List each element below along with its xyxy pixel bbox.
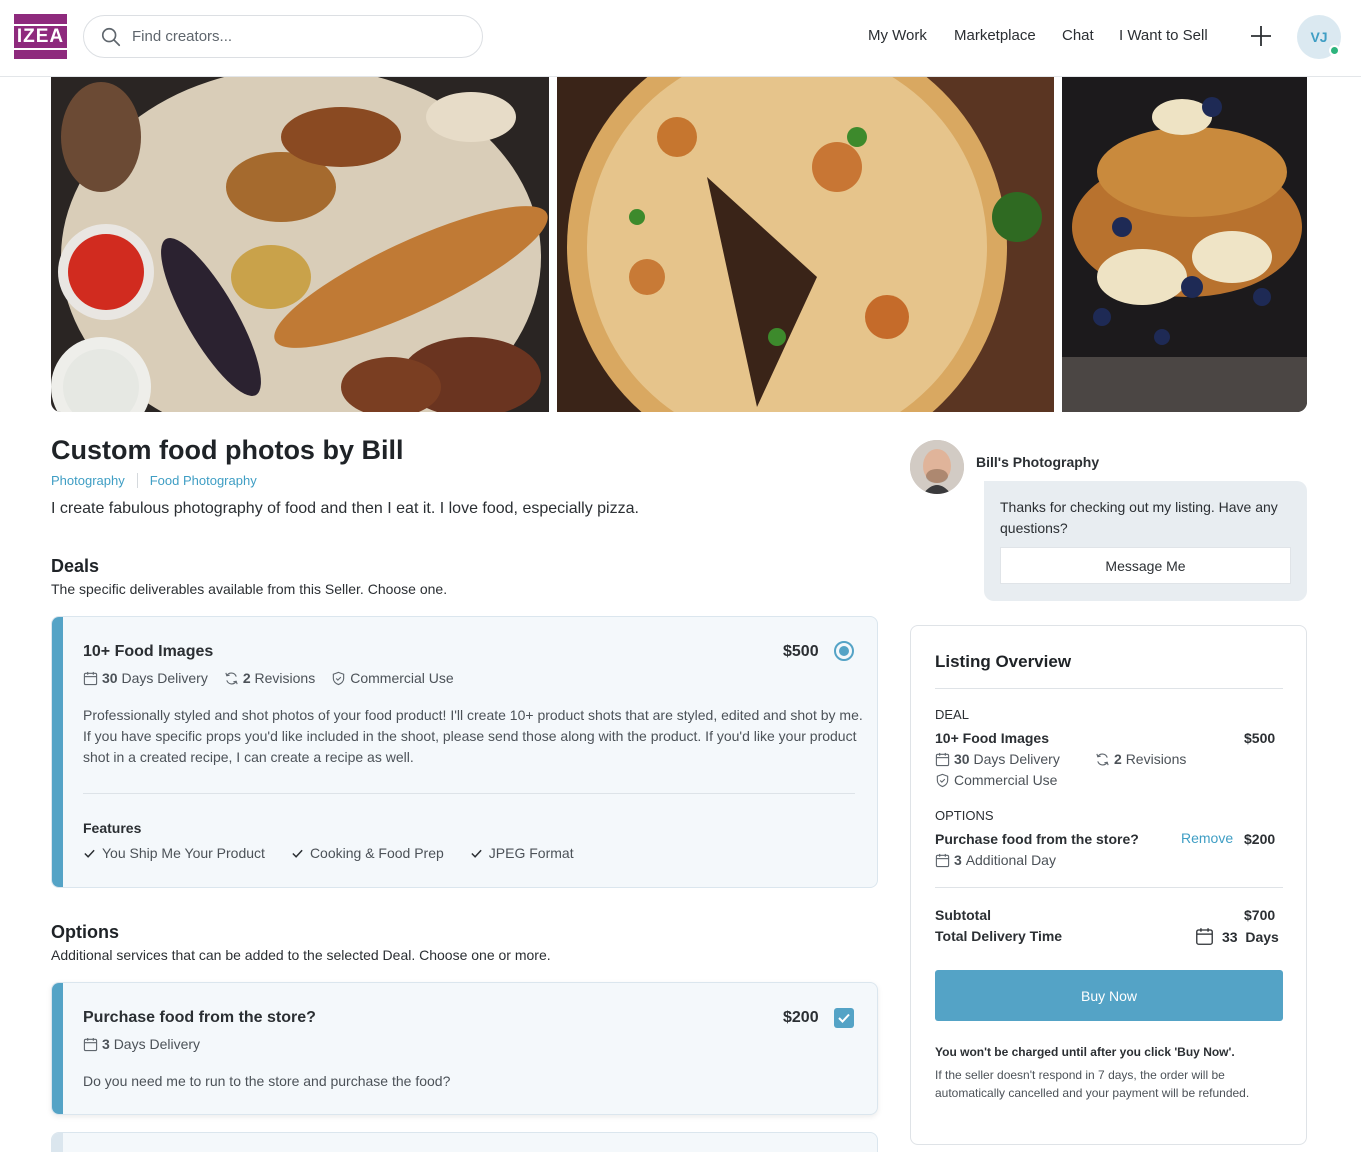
- options-heading: Options: [51, 922, 119, 942]
- online-status-dot: [1329, 45, 1340, 56]
- feature-item: JPEG Format: [470, 845, 574, 861]
- overview-deal-delivery: 30 Days Delivery: [935, 751, 1060, 767]
- listing-description: I create fabulous photography of food an…: [51, 500, 639, 517]
- selected-indicator-bar: [52, 983, 63, 1114]
- nav-my-work[interactable]: My Work: [868, 27, 927, 44]
- nav-marketplace[interactable]: Marketplace: [954, 27, 1036, 44]
- total-time-value: 33 Days: [1195, 927, 1279, 946]
- deal-divider: [83, 793, 855, 794]
- overview-divider: [935, 688, 1283, 689]
- refresh-icon: [1096, 753, 1109, 765]
- listing-overview-panel: Listing Overview DEAL 10+ Food Images $5…: [910, 625, 1307, 1145]
- image-gallery: [51, 77, 1307, 412]
- overview-deal-name: 10+ Food Images: [935, 730, 1049, 746]
- total-time-label: Total Delivery Time: [935, 928, 1063, 944]
- deal-radio-selected[interactable]: [834, 641, 854, 661]
- option-title: Purchase food from the store?: [83, 1009, 316, 1026]
- overview-deal-price: $500: [1244, 730, 1276, 746]
- deal-section-label: DEAL: [935, 707, 969, 722]
- refresh-icon: [225, 672, 238, 684]
- options-section-label: OPTIONS: [935, 808, 994, 823]
- overview-deal-usage: Commercial Use: [935, 772, 1057, 788]
- deal-delivery: 30 Days Delivery: [83, 670, 208, 686]
- deal-description: Professionally styled and shot photos of…: [83, 707, 863, 765]
- subtotal-value: $700: [1244, 907, 1276, 923]
- nav-chat[interactable]: Chat: [1062, 27, 1094, 44]
- buy-now-button[interactable]: Buy Now: [935, 970, 1283, 1021]
- indicator-bar: [52, 1133, 63, 1152]
- refund-notice: If the seller doesn't respond in 7 days,…: [935, 1068, 1250, 1100]
- overview-option-price: $200: [1244, 831, 1276, 847]
- features-list: You Ship Me Your Product Cooking & Food …: [83, 845, 600, 861]
- checkmark-icon: [84, 849, 95, 858]
- calendar-icon: [83, 1037, 98, 1051]
- options-subheading: Additional services that can be added to…: [51, 947, 551, 963]
- tag-divider: [136, 473, 138, 488]
- charge-notice: You won't be charged until after you cli…: [935, 1045, 1235, 1059]
- gallery-photo-french-toast[interactable]: [1062, 77, 1307, 412]
- calendar-icon: [935, 853, 950, 867]
- category-tags: Photography Food Photography: [51, 473, 257, 488]
- tag-photography[interactable]: Photography: [51, 473, 125, 488]
- seller-name[interactable]: Bill's Photography: [976, 454, 1099, 470]
- deal-title: 10+ Food Images: [83, 643, 214, 660]
- feature-item: Cooking & Food Prep: [291, 845, 444, 861]
- izea-logo[interactable]: IZEA: [11, 14, 70, 59]
- plus-icon[interactable]: [1248, 23, 1274, 49]
- subtotal-label: Subtotal: [935, 907, 991, 923]
- deal-usage: Commercial Use: [331, 670, 454, 686]
- overview-divider: [935, 887, 1283, 888]
- listing-title: Custom food photos by Bill: [51, 435, 404, 465]
- checkmark-icon: [292, 849, 303, 858]
- deals-subheading: The specific deliverables available from…: [51, 581, 448, 597]
- option-card[interactable]: Purchase food from the store? $200 3 Day…: [51, 982, 878, 1115]
- checkmark-icon: [471, 849, 482, 858]
- calendar-icon: [935, 752, 950, 766]
- deal-revisions: 2 Revisions: [224, 670, 315, 686]
- option-checkbox-checked[interactable]: [834, 1008, 854, 1028]
- seller-message: Thanks for checking out my listing. Have…: [1000, 499, 1278, 536]
- seller-avatar[interactable]: [910, 440, 964, 494]
- tag-food-photography[interactable]: Food Photography: [150, 473, 257, 488]
- features-title: Features: [83, 820, 142, 836]
- option-description: Do you need me to run to the store and p…: [83, 1073, 451, 1089]
- deal-meta: 30 Days Delivery 2 Revisions Commercial …: [83, 670, 470, 686]
- nav-i-want-to-sell[interactable]: I Want to Sell: [1119, 27, 1208, 44]
- calendar-icon: [1196, 928, 1213, 945]
- feature-item: You Ship Me Your Product: [83, 845, 265, 861]
- deal-price: $500: [783, 643, 819, 660]
- gallery-photo-pizza[interactable]: [557, 77, 1054, 412]
- overview-option-name: Purchase food from the store?: [935, 831, 1139, 847]
- search-icon: [101, 27, 121, 46]
- overview-deal-revisions: 2 Revisions: [1095, 751, 1186, 767]
- message-me-button[interactable]: Message Me: [1000, 547, 1291, 584]
- shield-icon: [333, 671, 345, 685]
- checkmark-icon: [838, 1013, 850, 1023]
- deals-heading: Deals: [51, 556, 100, 576]
- search-input[interactable]: [132, 28, 452, 45]
- overview-title: Listing Overview: [935, 652, 1072, 671]
- option-card-next[interactable]: [51, 1132, 878, 1152]
- shield-icon: [936, 773, 949, 787]
- top-nav-bar: IZEA My Work Marketplace Chat I Want to …: [0, 0, 1361, 77]
- calendar-icon: [83, 671, 98, 685]
- search-box[interactable]: [83, 15, 483, 58]
- remove-option-link[interactable]: Remove: [1181, 830, 1233, 846]
- overview-option-delivery: 3 Additional Day: [935, 852, 1056, 868]
- option-meta: 3 Days Delivery: [83, 1036, 216, 1052]
- gallery-photo-grill[interactable]: [51, 77, 549, 412]
- deal-card[interactable]: 10+ Food Images $500 30 Days Delivery 2 …: [51, 616, 878, 888]
- option-delivery: 3 Days Delivery: [83, 1036, 200, 1052]
- option-price: $200: [783, 1009, 819, 1026]
- selected-indicator-bar: [52, 617, 63, 887]
- seller-message-bubble: Thanks for checking out my listing. Have…: [984, 481, 1307, 601]
